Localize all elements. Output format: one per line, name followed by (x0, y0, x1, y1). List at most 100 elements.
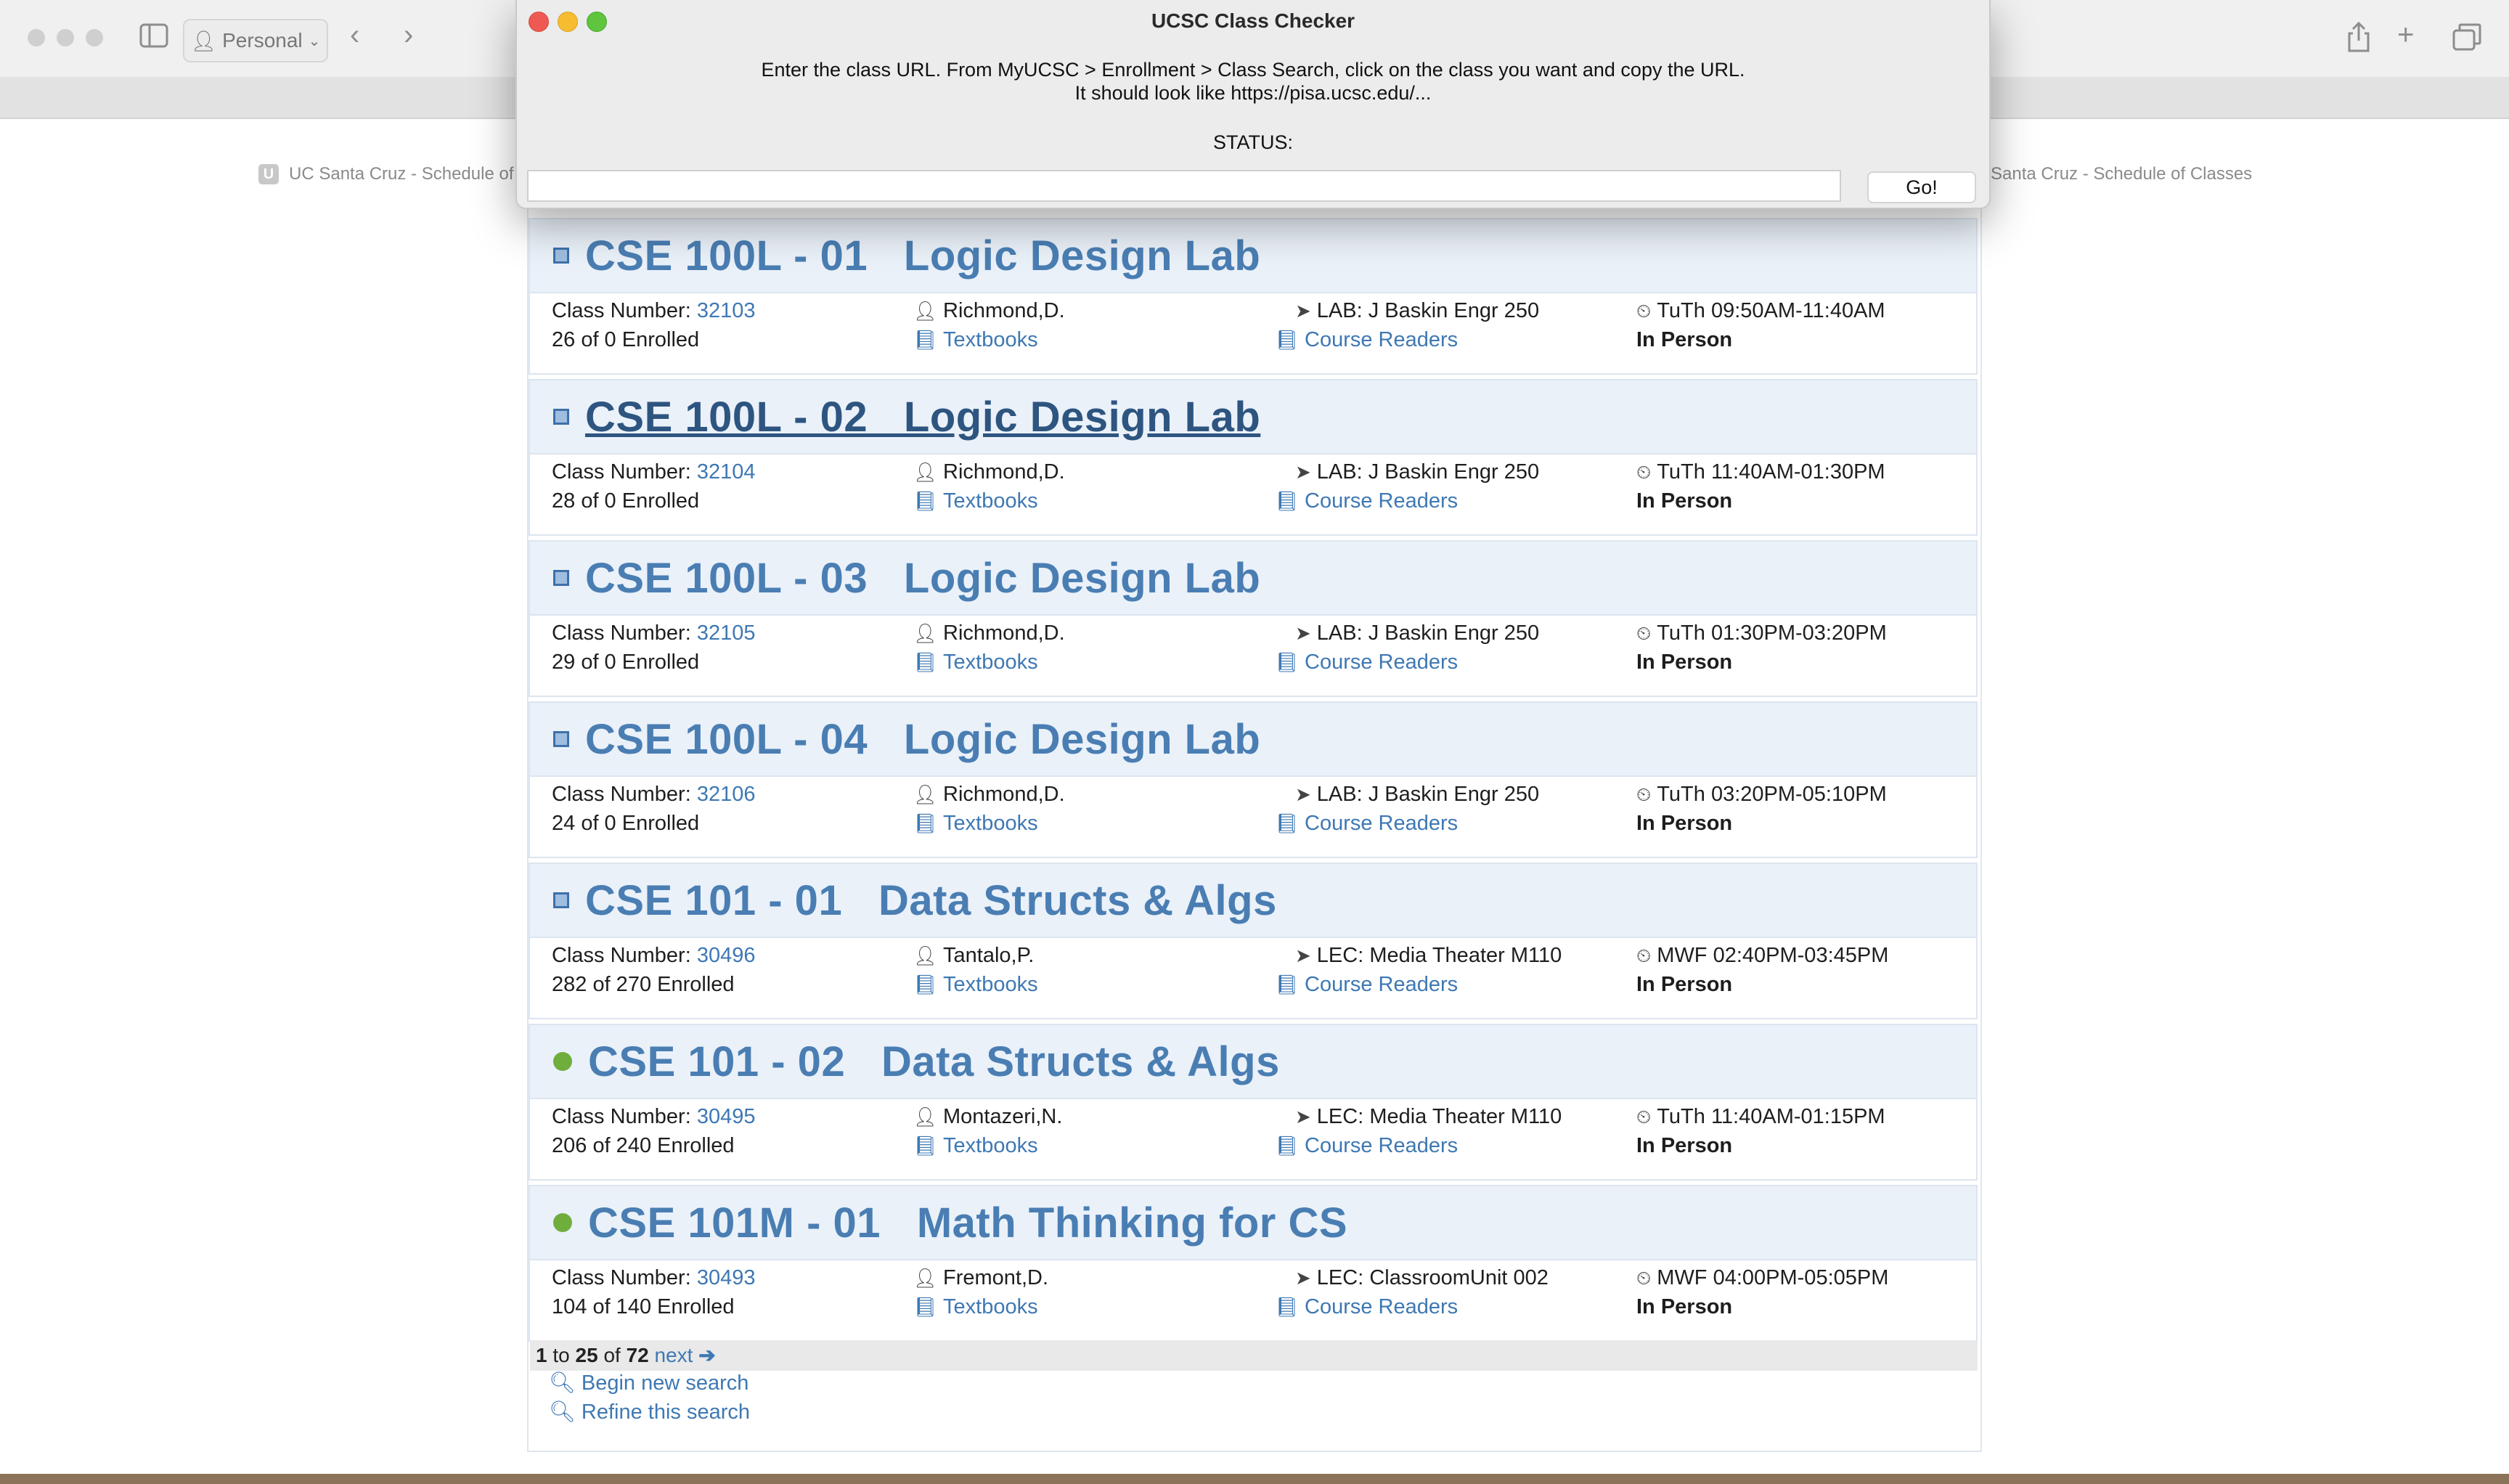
course-readers-link[interactable]: 📘︎ Course Readers (1275, 1292, 1458, 1321)
instructor-name: Richmond,D. (943, 460, 1065, 484)
course-readers-link[interactable]: 📘︎ Course Readers (1275, 809, 1458, 838)
course-title-link[interactable]: CSE 101 - 02 Data Structs & Algs (588, 1037, 1280, 1086)
course-readers-link[interactable]: 📘︎ Course Readers (1275, 648, 1458, 677)
instruction-mode: In Person (1636, 1134, 1733, 1157)
textbooks-link[interactable]: 📘︎ Textbooks (913, 970, 1038, 999)
course-title-link[interactable]: CSE 101 - 01 Data Structs & Algs (585, 876, 1277, 925)
course-readers-label: Course Readers (1305, 651, 1459, 674)
location-arrow-icon: ➤ (1295, 622, 1311, 644)
class-number: Class Number: 30495 (552, 1102, 755, 1131)
back-arrow-icon[interactable]: ‹ (350, 20, 359, 49)
forward-arrow-icon[interactable]: › (404, 20, 413, 49)
waitlist-status-icon (553, 892, 569, 908)
person-icon: 👤︎ (913, 1267, 938, 1289)
course-row: CSE 101 - 02 Data Structs & Algs Class Nu… (529, 1024, 1978, 1181)
textbooks-link[interactable]: 📘︎ Textbooks (913, 648, 1038, 677)
window-close-button[interactable] (28, 29, 45, 46)
begin-new-search-link[interactable]: 🔍︎ Begin new search (549, 1371, 748, 1395)
class-number-link[interactable]: 30496 (697, 944, 756, 967)
clock-icon: ⏲︎ (1636, 461, 1652, 483)
person-icon: 👤︎ (913, 783, 938, 805)
book-icon: 📘︎ (1275, 812, 1300, 834)
course-row: CSE 100L - 02 Logic Design Lab Class Numb… (529, 379, 1978, 536)
enrollment-count: 29 of 0 Enrolled (552, 651, 700, 674)
course-readers-link[interactable]: 📘︎ Course Readers (1275, 1131, 1458, 1160)
textbooks-label: Textbooks (943, 328, 1038, 351)
course-title-link[interactable]: CSE 100L - 04 Logic Design Lab (585, 715, 1260, 764)
instructor-name: Fremont,D. (943, 1266, 1049, 1289)
pager-to-word: to (552, 1344, 570, 1366)
dialog-close-button[interactable] (529, 12, 549, 32)
meeting-time: ⏲︎ TuTh 11:40AM-01:30PM (1636, 457, 1885, 486)
next-page-link[interactable]: next ➔ (655, 1344, 716, 1366)
course-readers-label: Course Readers (1305, 328, 1459, 351)
class-number-link[interactable]: 32106 (697, 783, 756, 806)
window-zoom-button[interactable] (86, 29, 103, 46)
enrollment-count: 206 of 240 Enrolled (552, 1134, 735, 1157)
meeting-time-text: TuTh 03:20PM-05:10PM (1657, 783, 1887, 806)
person-icon: 👤︎ (913, 300, 938, 322)
class-url-input[interactable] (527, 170, 1841, 202)
meeting-time: ⏲︎ TuTh 01:30PM-03:20PM (1636, 619, 1887, 648)
tab-schedule-right[interactable]: Santa Cruz - Schedule of Classes (1991, 164, 2252, 184)
class-number-link[interactable]: 32104 (697, 460, 756, 484)
course-readers-link[interactable]: 📘︎ Course Readers (1275, 970, 1458, 999)
textbooks-link[interactable]: 📘︎ Textbooks (913, 1292, 1038, 1321)
waitlist-status-icon (553, 731, 569, 747)
instruction-mode: In Person (1636, 328, 1733, 351)
instructor-name: Richmond,D. (943, 621, 1065, 645)
meeting-time: ⏲︎ MWF 02:40PM-03:45PM (1636, 941, 1888, 970)
class-number-link[interactable]: 32105 (697, 621, 756, 645)
instruction-mode: In Person (1636, 651, 1733, 674)
class-number: Class Number: 30493 (552, 1263, 755, 1292)
textbooks-link[interactable]: 📘︎ Textbooks (913, 486, 1038, 515)
begin-new-search-label: Begin new search (581, 1371, 749, 1395)
tab-overview-icon[interactable] (2452, 23, 2481, 56)
location-arrow-icon: ➤ (1295, 300, 1311, 322)
share-icon[interactable] (2346, 21, 2371, 57)
instructor: 👤︎ Montazeri,N. (913, 1102, 1062, 1131)
course-title-link[interactable]: CSE 100L - 03 Logic Design Lab (585, 554, 1260, 603)
book-icon: 📘︎ (1275, 974, 1300, 995)
class-number-label: Class Number: (552, 460, 697, 484)
zoom-search-icon: 🔍︎ (549, 1401, 576, 1424)
refine-search-link[interactable]: 🔍︎ Refine this search (549, 1400, 750, 1424)
dialog-minimize-button[interactable] (558, 12, 578, 32)
window-minimize-button[interactable] (57, 29, 74, 46)
course-header: CSE 101M - 01 Math Thinking for CS (530, 1186, 1976, 1260)
go-button[interactable]: Go! (1867, 171, 1976, 203)
textbooks-link[interactable]: 📘︎ Textbooks (913, 325, 1038, 354)
course-title-link[interactable]: CSE 101M - 01 Math Thinking for CS (588, 1199, 1347, 1247)
instructor-name: Tantalo,P. (943, 944, 1035, 967)
dialog-title: UCSC Class Checker (1151, 9, 1355, 32)
book-icon: 📘︎ (913, 1135, 938, 1157)
course-title-link[interactable]: CSE 100L - 02 Logic Design Lab (585, 393, 1260, 441)
chevron-down-icon: ⌄ (308, 33, 321, 49)
location-text: LAB: J Baskin Engr 250 (1316, 299, 1540, 322)
course-title-link[interactable]: CSE 100L - 01 Logic Design Lab (585, 232, 1260, 280)
person-icon: 👤︎ (190, 29, 217, 52)
instruction-mode: In Person (1636, 489, 1733, 513)
search-icon: 🔍︎ (549, 1371, 576, 1395)
tab-schedule-left[interactable]: U UC Santa Cruz - Schedule of (258, 164, 513, 184)
sidebar-toggle-icon[interactable] (139, 23, 168, 53)
open-status-icon (553, 1052, 572, 1071)
profile-button[interactable]: 👤︎ Personal ⌄ (183, 19, 328, 62)
course-readers-label: Course Readers (1305, 489, 1459, 513)
book-icon: 📘︎ (913, 490, 938, 512)
location-arrow-icon: ➤ (1295, 1267, 1311, 1289)
new-tab-icon[interactable]: + (2397, 20, 2414, 49)
course-readers-link[interactable]: 📘︎ Course Readers (1275, 486, 1458, 515)
class-number-label: Class Number: (552, 299, 697, 322)
textbooks-label: Textbooks (943, 1134, 1038, 1157)
course-readers-link[interactable]: 📘︎ Course Readers (1275, 325, 1458, 354)
class-number-link[interactable]: 30495 (697, 1105, 756, 1128)
class-number: Class Number: 32106 (552, 780, 755, 809)
class-number-link[interactable]: 30493 (697, 1266, 756, 1289)
textbooks-link[interactable]: 📘︎ Textbooks (913, 809, 1038, 838)
book-icon: 📘︎ (1275, 1135, 1300, 1157)
book-icon: 📘︎ (1275, 329, 1300, 351)
textbooks-link[interactable]: 📘︎ Textbooks (913, 1131, 1038, 1160)
class-number-link[interactable]: 32103 (697, 299, 756, 322)
dialog-zoom-button[interactable] (587, 12, 607, 32)
